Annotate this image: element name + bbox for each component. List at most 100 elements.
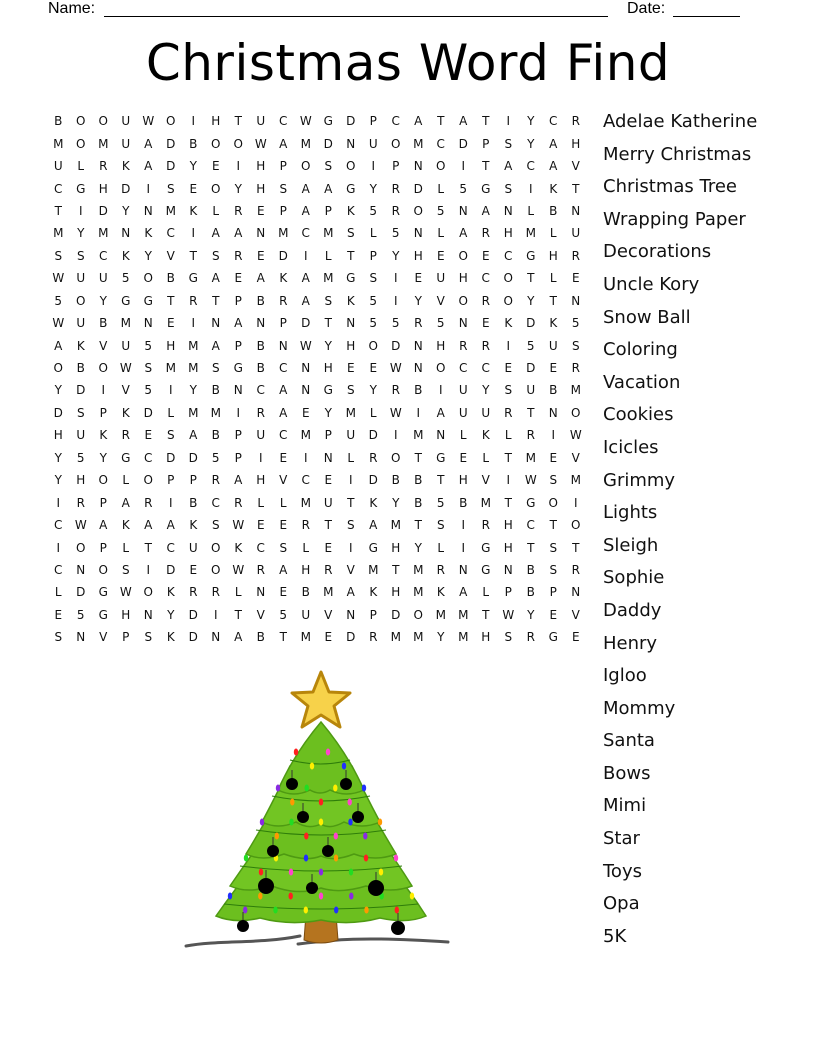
grid-cell[interactable]: I (340, 469, 363, 491)
grid-cell[interactable]: V (92, 626, 115, 648)
grid-cell[interactable]: T (317, 312, 340, 334)
grid-cell[interactable]: V (92, 334, 115, 356)
grid-cell[interactable]: A (227, 312, 250, 334)
grid-cell[interactable]: B (407, 491, 430, 513)
grid-cell[interactable]: I (520, 177, 543, 199)
grid-cell[interactable]: A (452, 222, 475, 244)
grid-cell[interactable]: I (227, 402, 250, 424)
grid-cell[interactable]: A (295, 290, 318, 312)
grid-cell[interactable]: T (317, 514, 340, 536)
grid-cell[interactable]: R (520, 626, 543, 648)
grid-cell[interactable]: S (47, 245, 70, 267)
grid-cell[interactable]: G (317, 379, 340, 401)
grid-cell[interactable]: O (92, 469, 115, 491)
grid-cell[interactable]: T (497, 447, 520, 469)
grid-cell[interactable]: R (520, 424, 543, 446)
grid-cell[interactable]: 5 (272, 604, 295, 626)
grid-cell[interactable]: S (47, 626, 70, 648)
grid-cell[interactable]: R (182, 581, 205, 603)
grid-cell[interactable]: L (160, 402, 183, 424)
grid-cell[interactable]: G (340, 267, 363, 289)
grid-cell[interactable]: R (385, 177, 408, 199)
grid-cell[interactable]: R (205, 469, 228, 491)
grid-cell[interactable]: 5 (362, 312, 385, 334)
grid-cell[interactable]: A (182, 424, 205, 446)
grid-cell[interactable]: P (362, 604, 385, 626)
grid-cell[interactable]: A (272, 559, 295, 581)
grid-cell[interactable]: R (317, 559, 340, 581)
grid-cell[interactable]: K (115, 514, 138, 536)
grid-cell[interactable]: M (340, 402, 363, 424)
grid-cell[interactable]: E (565, 267, 588, 289)
grid-cell[interactable]: G (475, 177, 498, 199)
grid-cell[interactable]: A (452, 581, 475, 603)
grid-cell[interactable]: E (452, 447, 475, 469)
grid-cell[interactable]: B (92, 312, 115, 334)
grid-cell[interactable]: O (205, 132, 228, 154)
grid-cell[interactable]: K (430, 581, 453, 603)
grid-cell[interactable]: E (542, 447, 565, 469)
grid-cell[interactable]: T (542, 514, 565, 536)
grid-cell[interactable]: N (407, 155, 430, 177)
grid-cell[interactable]: N (497, 559, 520, 581)
grid-cell[interactable]: H (452, 469, 475, 491)
grid-cell[interactable]: R (385, 379, 408, 401)
grid-cell[interactable]: D (70, 379, 93, 401)
grid-cell[interactable]: W (47, 312, 70, 334)
grid-cell[interactable]: K (497, 312, 520, 334)
grid-cell[interactable]: Y (92, 290, 115, 312)
grid-cell[interactable]: V (272, 469, 295, 491)
grid-cell[interactable]: L (362, 222, 385, 244)
grid-cell[interactable]: C (452, 357, 475, 379)
grid-cell[interactable]: K (340, 200, 363, 222)
grid-cell[interactable]: G (115, 290, 138, 312)
grid-cell[interactable]: D (137, 402, 160, 424)
grid-cell[interactable]: T (47, 200, 70, 222)
grid-cell[interactable]: C (160, 536, 183, 558)
grid-cell[interactable]: D (340, 110, 363, 132)
grid-cell[interactable]: O (452, 245, 475, 267)
grid-cell[interactable]: O (70, 132, 93, 154)
grid-cell[interactable]: H (160, 334, 183, 356)
grid-cell[interactable]: O (542, 491, 565, 513)
grid-cell[interactable]: B (542, 379, 565, 401)
grid-cell[interactable]: S (497, 379, 520, 401)
grid-cell[interactable]: W (385, 402, 408, 424)
name-blank-line[interactable] (104, 16, 608, 17)
grid-cell[interactable]: C (47, 559, 70, 581)
grid-cell[interactable]: O (565, 402, 588, 424)
grid-cell[interactable]: A (272, 379, 295, 401)
grid-cell[interactable]: H (452, 267, 475, 289)
grid-cell[interactable]: M (295, 424, 318, 446)
grid-cell[interactable]: O (70, 290, 93, 312)
grid-cell[interactable]: T (340, 245, 363, 267)
grid-cell[interactable]: M (407, 559, 430, 581)
grid-cell[interactable]: O (452, 290, 475, 312)
grid-cell[interactable]: T (475, 604, 498, 626)
grid-cell[interactable]: P (475, 132, 498, 154)
grid-cell[interactable]: C (92, 245, 115, 267)
grid-cell[interactable]: R (565, 357, 588, 379)
grid-cell[interactable]: G (520, 491, 543, 513)
grid-cell[interactable]: K (160, 581, 183, 603)
grid-cell[interactable]: G (340, 177, 363, 199)
grid-cell[interactable]: P (227, 334, 250, 356)
grid-cell[interactable]: S (317, 290, 340, 312)
grid-cell[interactable]: T (227, 604, 250, 626)
grid-cell[interactable]: 5 (137, 379, 160, 401)
grid-cell[interactable]: D (385, 604, 408, 626)
grid-cell[interactable]: E (250, 514, 273, 536)
grid-cell[interactable]: I (452, 514, 475, 536)
grid-cell[interactable]: N (250, 581, 273, 603)
grid-cell[interactable]: N (565, 581, 588, 603)
grid-cell[interactable]: I (362, 155, 385, 177)
grid-cell[interactable]: 5 (565, 312, 588, 334)
grid-cell[interactable]: T (430, 110, 453, 132)
grid-cell[interactable]: Y (475, 379, 498, 401)
grid-cell[interactable]: E (430, 245, 453, 267)
grid-cell[interactable]: M (407, 424, 430, 446)
grid-cell[interactable]: E (475, 312, 498, 334)
grid-cell[interactable]: 5 (70, 604, 93, 626)
grid-cell[interactable]: R (250, 402, 273, 424)
grid-cell[interactable]: N (542, 402, 565, 424)
